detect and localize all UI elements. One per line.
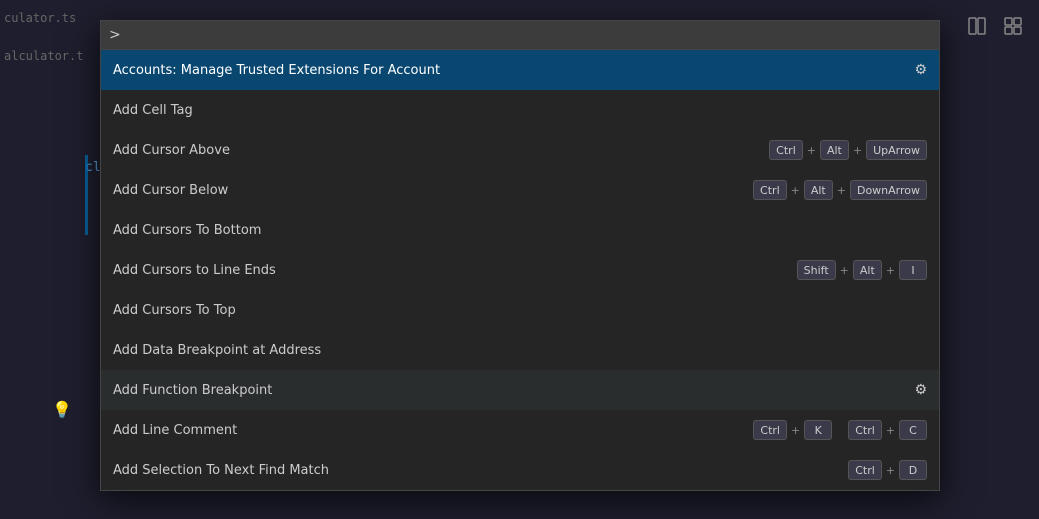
palette-item-add-cursors-top[interactable]: Add Cursors To Top: [101, 290, 939, 330]
palette-item-add-cursor-below[interactable]: Add Cursor Below Ctrl + Alt + DownArrow: [101, 170, 939, 210]
palette-search-input[interactable]: [109, 27, 931, 43]
editor-sidebar: culator.ts alculator.t: [0, 0, 85, 519]
palette-item-add-selection-next[interactable]: Add Selection To Next Find Match Ctrl + …: [101, 450, 939, 490]
palette-list: Accounts: Manage Trusted Extensions For …: [101, 50, 939, 490]
palette-item-add-cursors-line-ends[interactable]: Add Cursors to Line Ends Shift + Alt + I: [101, 250, 939, 290]
palette-item-label: Add Line Comment: [113, 423, 753, 438]
palette-item-label: Add Cursor Above: [113, 143, 769, 158]
gear-icon-accounts[interactable]: ⚙: [914, 62, 927, 78]
sidebar-line-1: culator.ts: [4, 8, 81, 28]
command-palette: Accounts: Manage Trusted Extensions For …: [100, 20, 940, 491]
keybinding-add-cursor-above: Ctrl + Alt + UpArrow: [769, 140, 927, 160]
lightbulb-icon[interactable]: 💡: [52, 400, 72, 419]
palette-item-label: Add Cursors To Bottom: [113, 223, 927, 238]
keybinding-add-cursors-line-ends: Shift + Alt + I: [797, 260, 927, 280]
sidebar-line-2: alculator.t: [4, 46, 81, 66]
palette-item-add-function-breakpoint[interactable]: Add Function Breakpoint ⚙: [101, 370, 939, 410]
palette-item-accounts-manage[interactable]: Accounts: Manage Trusted Extensions For …: [101, 50, 939, 90]
palette-item-label: Add Cursors to Line Ends: [113, 263, 797, 278]
palette-item-add-cursors-bottom[interactable]: Add Cursors To Bottom: [101, 210, 939, 250]
gear-icon-function-breakpoint[interactable]: ⚙: [914, 382, 927, 398]
keybinding-add-selection-next: Ctrl + D: [848, 460, 927, 480]
layout-icon[interactable]: [999, 12, 1027, 40]
palette-item-add-cursor-above[interactable]: Add Cursor Above Ctrl + Alt + UpArrow: [101, 130, 939, 170]
palette-item-label: Add Cursors To Top: [113, 303, 927, 318]
top-icons-area: [963, 12, 1027, 40]
palette-item-add-line-comment[interactable]: Add Line Comment Ctrl + K Ctrl + C: [101, 410, 939, 450]
palette-input-wrapper[interactable]: [101, 21, 939, 50]
palette-item-label: Add Cursor Below: [113, 183, 753, 198]
split-editor-icon[interactable]: [963, 12, 991, 40]
palette-item-label: Add Selection To Next Find Match: [113, 463, 848, 478]
palette-item-label: Add Function Breakpoint: [113, 383, 914, 398]
keybinding-add-cursor-below: Ctrl + Alt + DownArrow: [753, 180, 927, 200]
palette-item-add-data-breakpoint[interactable]: Add Data Breakpoint at Address: [101, 330, 939, 370]
palette-item-label: Add Data Breakpoint at Address: [113, 343, 927, 358]
keybinding-add-line-comment: Ctrl + K Ctrl + C: [753, 420, 927, 440]
palette-item-add-cell-tag[interactable]: Add Cell Tag: [101, 90, 939, 130]
palette-item-label: Accounts: Manage Trusted Extensions For …: [113, 63, 914, 78]
editor-decoration: [85, 155, 88, 235]
palette-item-label: Add Cell Tag: [113, 103, 927, 118]
